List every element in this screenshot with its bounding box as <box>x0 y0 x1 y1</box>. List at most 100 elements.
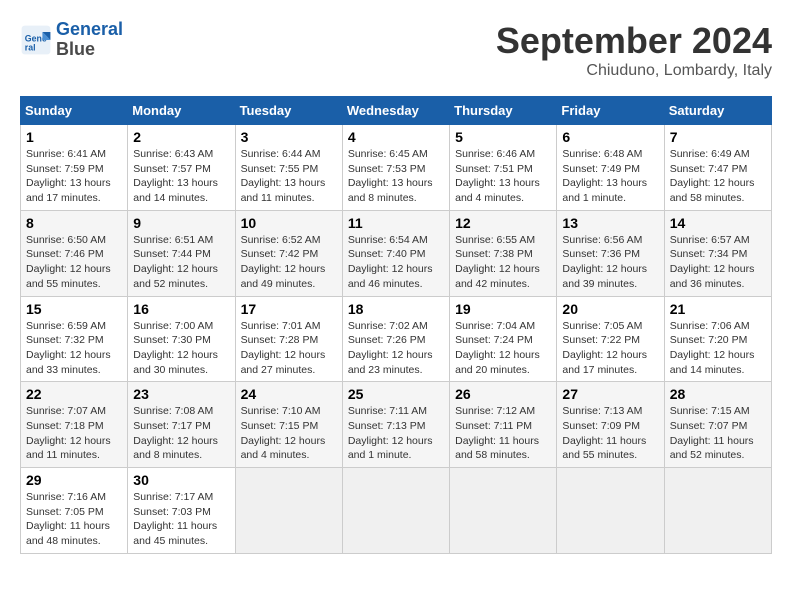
calendar-day-cell <box>450 468 557 554</box>
day-number: 20 <box>562 301 658 317</box>
day-number: 8 <box>26 215 122 231</box>
calendar-table: Sunday Monday Tuesday Wednesday Thursday… <box>20 96 772 554</box>
day-number: 15 <box>26 301 122 317</box>
day-number: 3 <box>241 129 337 145</box>
calendar-day-cell: 29Sunrise: 7:16 AM Sunset: 7:05 PM Dayli… <box>21 468 128 554</box>
calendar-day-cell: 5Sunrise: 6:46 AM Sunset: 7:51 PM Daylig… <box>450 125 557 211</box>
title-block: September 2024 Chiuduno, Lombardy, Italy <box>496 20 772 80</box>
day-info: Sunrise: 6:49 AM Sunset: 7:47 PM Dayligh… <box>670 147 766 206</box>
day-info: Sunrise: 6:48 AM Sunset: 7:49 PM Dayligh… <box>562 147 658 206</box>
calendar-day-cell <box>235 468 342 554</box>
day-number: 2 <box>133 129 229 145</box>
calendar-day-cell: 15 Sunrise: 6:59 AM Sunset: 7:32 PM Dayli… <box>21 296 128 382</box>
day-number: 6 <box>562 129 658 145</box>
calendar-day-cell: 20 Sunrise: 7:05 AM Sunset: 7:22 PM Dayli… <box>557 296 664 382</box>
calendar-day-cell: 27Sunrise: 7:13 AM Sunset: 7:09 PM Dayli… <box>557 382 664 468</box>
day-number: 30 <box>133 472 229 488</box>
day-number: 26 <box>455 386 551 402</box>
day-info: Sunrise: 7:17 AM Sunset: 7:03 PM Dayligh… <box>133 490 229 549</box>
logo-icon: Gene- ral <box>20 24 52 56</box>
calendar-day-cell: 2Sunrise: 6:43 AM Sunset: 7:57 PM Daylig… <box>128 125 235 211</box>
day-number: 21 <box>670 301 766 317</box>
day-info: Sunrise: 6:57 AM Sunset: 7:34 PM Dayligh… <box>670 233 766 292</box>
calendar-day-cell: 6 Sunrise: 6:48 AM Sunset: 7:49 PM Daylig… <box>557 125 664 211</box>
calendar-day-cell <box>557 468 664 554</box>
day-number: 1 <box>26 129 122 145</box>
day-number: 29 <box>26 472 122 488</box>
col-saturday: Saturday <box>664 97 771 125</box>
day-number: 24 <box>241 386 337 402</box>
day-info: Sunrise: 6:59 AM Sunset: 7:32 PM Dayligh… <box>26 319 122 378</box>
day-info: Sunrise: 6:41 AM Sunset: 7:59 PM Dayligh… <box>26 147 122 206</box>
calendar-day-cell: 23 Sunrise: 7:08 AM Sunset: 7:17 PM Dayli… <box>128 382 235 468</box>
col-monday: Monday <box>128 97 235 125</box>
calendar-day-cell: 26Sunrise: 7:12 AM Sunset: 7:11 PM Dayli… <box>450 382 557 468</box>
day-number: 12 <box>455 215 551 231</box>
day-info: Sunrise: 7:08 AM Sunset: 7:17 PM Dayligh… <box>133 404 229 463</box>
location-title: Chiuduno, Lombardy, Italy <box>496 62 772 80</box>
day-number: 25 <box>348 386 444 402</box>
calendar-header-row: Sunday Monday Tuesday Wednesday Thursday… <box>21 97 772 125</box>
calendar-day-cell: 4 Sunrise: 6:45 AM Sunset: 7:53 PM Daylig… <box>342 125 449 211</box>
day-number: 11 <box>348 215 444 231</box>
day-number: 22 <box>26 386 122 402</box>
col-thursday: Thursday <box>450 97 557 125</box>
calendar-day-cell: 12 Sunrise: 6:55 AM Sunset: 7:38 PM Dayli… <box>450 210 557 296</box>
calendar-day-cell: 21 Sunrise: 7:06 AM Sunset: 7:20 PM Dayli… <box>664 296 771 382</box>
calendar-day-cell: 1 Sunrise: 6:41 AM Sunset: 7:59 PM Daylig… <box>21 125 128 211</box>
day-info: Sunrise: 7:06 AM Sunset: 7:20 PM Dayligh… <box>670 319 766 378</box>
calendar-day-cell <box>664 468 771 554</box>
calendar-day-cell <box>342 468 449 554</box>
day-info: Sunrise: 6:54 AM Sunset: 7:40 PM Dayligh… <box>348 233 444 292</box>
calendar-day-cell: 18 Sunrise: 7:02 AM Sunset: 7:26 PM Dayli… <box>342 296 449 382</box>
day-info: Sunrise: 7:04 AM Sunset: 7:24 PM Dayligh… <box>455 319 551 378</box>
calendar-day-cell: 14 Sunrise: 6:57 AM Sunset: 7:34 PM Dayli… <box>664 210 771 296</box>
day-number: 18 <box>348 301 444 317</box>
calendar-day-cell: 3 Sunrise: 6:44 AM Sunset: 7:55 PM Daylig… <box>235 125 342 211</box>
day-info: Sunrise: 7:01 AM Sunset: 7:28 PM Dayligh… <box>241 319 337 378</box>
calendar-day-cell: 28 Sunrise: 7:15 AM Sunset: 7:07 PM Dayli… <box>664 382 771 468</box>
day-number: 7 <box>670 129 766 145</box>
calendar-day-cell: 9Sunrise: 6:51 AM Sunset: 7:44 PM Daylig… <box>128 210 235 296</box>
logo: Gene- ral GeneralBlue <box>20 20 123 60</box>
day-number: 14 <box>670 215 766 231</box>
calendar-day-cell: 19 Sunrise: 7:04 AM Sunset: 7:24 PM Dayli… <box>450 296 557 382</box>
day-info: Sunrise: 7:02 AM Sunset: 7:26 PM Dayligh… <box>348 319 444 378</box>
day-info: Sunrise: 6:45 AM Sunset: 7:53 PM Dayligh… <box>348 147 444 206</box>
day-number: 23 <box>133 386 229 402</box>
day-number: 5 <box>455 129 551 145</box>
col-wednesday: Wednesday <box>342 97 449 125</box>
svg-text:ral: ral <box>25 42 36 52</box>
calendar-day-cell: 24 Sunrise: 7:10 AM Sunset: 7:15 PM Dayli… <box>235 382 342 468</box>
calendar-day-cell: 10 Sunrise: 6:52 AM Sunset: 7:42 PM Dayli… <box>235 210 342 296</box>
day-info: Sunrise: 6:50 AM Sunset: 7:46 PM Dayligh… <box>26 233 122 292</box>
day-info: Sunrise: 6:52 AM Sunset: 7:42 PM Dayligh… <box>241 233 337 292</box>
calendar-week-row: 29Sunrise: 7:16 AM Sunset: 7:05 PM Dayli… <box>21 468 772 554</box>
day-info: Sunrise: 7:10 AM Sunset: 7:15 PM Dayligh… <box>241 404 337 463</box>
logo-text: GeneralBlue <box>56 20 123 60</box>
day-info: Sunrise: 7:15 AM Sunset: 7:07 PM Dayligh… <box>670 404 766 463</box>
calendar-day-cell: 7 Sunrise: 6:49 AM Sunset: 7:47 PM Daylig… <box>664 125 771 211</box>
day-info: Sunrise: 6:56 AM Sunset: 7:36 PM Dayligh… <box>562 233 658 292</box>
day-info: Sunrise: 6:44 AM Sunset: 7:55 PM Dayligh… <box>241 147 337 206</box>
day-info: Sunrise: 7:11 AM Sunset: 7:13 PM Dayligh… <box>348 404 444 463</box>
calendar-week-row: 1 Sunrise: 6:41 AM Sunset: 7:59 PM Daylig… <box>21 125 772 211</box>
day-number: 28 <box>670 386 766 402</box>
month-title: September 2024 <box>496 20 772 62</box>
calendar-day-cell: 25 Sunrise: 7:11 AM Sunset: 7:13 PM Dayli… <box>342 382 449 468</box>
day-number: 4 <box>348 129 444 145</box>
col-sunday: Sunday <box>21 97 128 125</box>
day-number: 10 <box>241 215 337 231</box>
day-number: 19 <box>455 301 551 317</box>
day-info: Sunrise: 6:55 AM Sunset: 7:38 PM Dayligh… <box>455 233 551 292</box>
calendar-day-cell: 16Sunrise: 7:00 AM Sunset: 7:30 PM Dayli… <box>128 296 235 382</box>
page-header: Gene- ral GeneralBlue September 2024 Chi… <box>20 20 772 80</box>
day-info: Sunrise: 7:07 AM Sunset: 7:18 PM Dayligh… <box>26 404 122 463</box>
day-number: 27 <box>562 386 658 402</box>
day-number: 16 <box>133 301 229 317</box>
col-friday: Friday <box>557 97 664 125</box>
calendar-day-cell: 30 Sunrise: 7:17 AM Sunset: 7:03 PM Dayli… <box>128 468 235 554</box>
day-info: Sunrise: 7:05 AM Sunset: 7:22 PM Dayligh… <box>562 319 658 378</box>
calendar-day-cell: 11 Sunrise: 6:54 AM Sunset: 7:40 PM Dayli… <box>342 210 449 296</box>
day-number: 9 <box>133 215 229 231</box>
